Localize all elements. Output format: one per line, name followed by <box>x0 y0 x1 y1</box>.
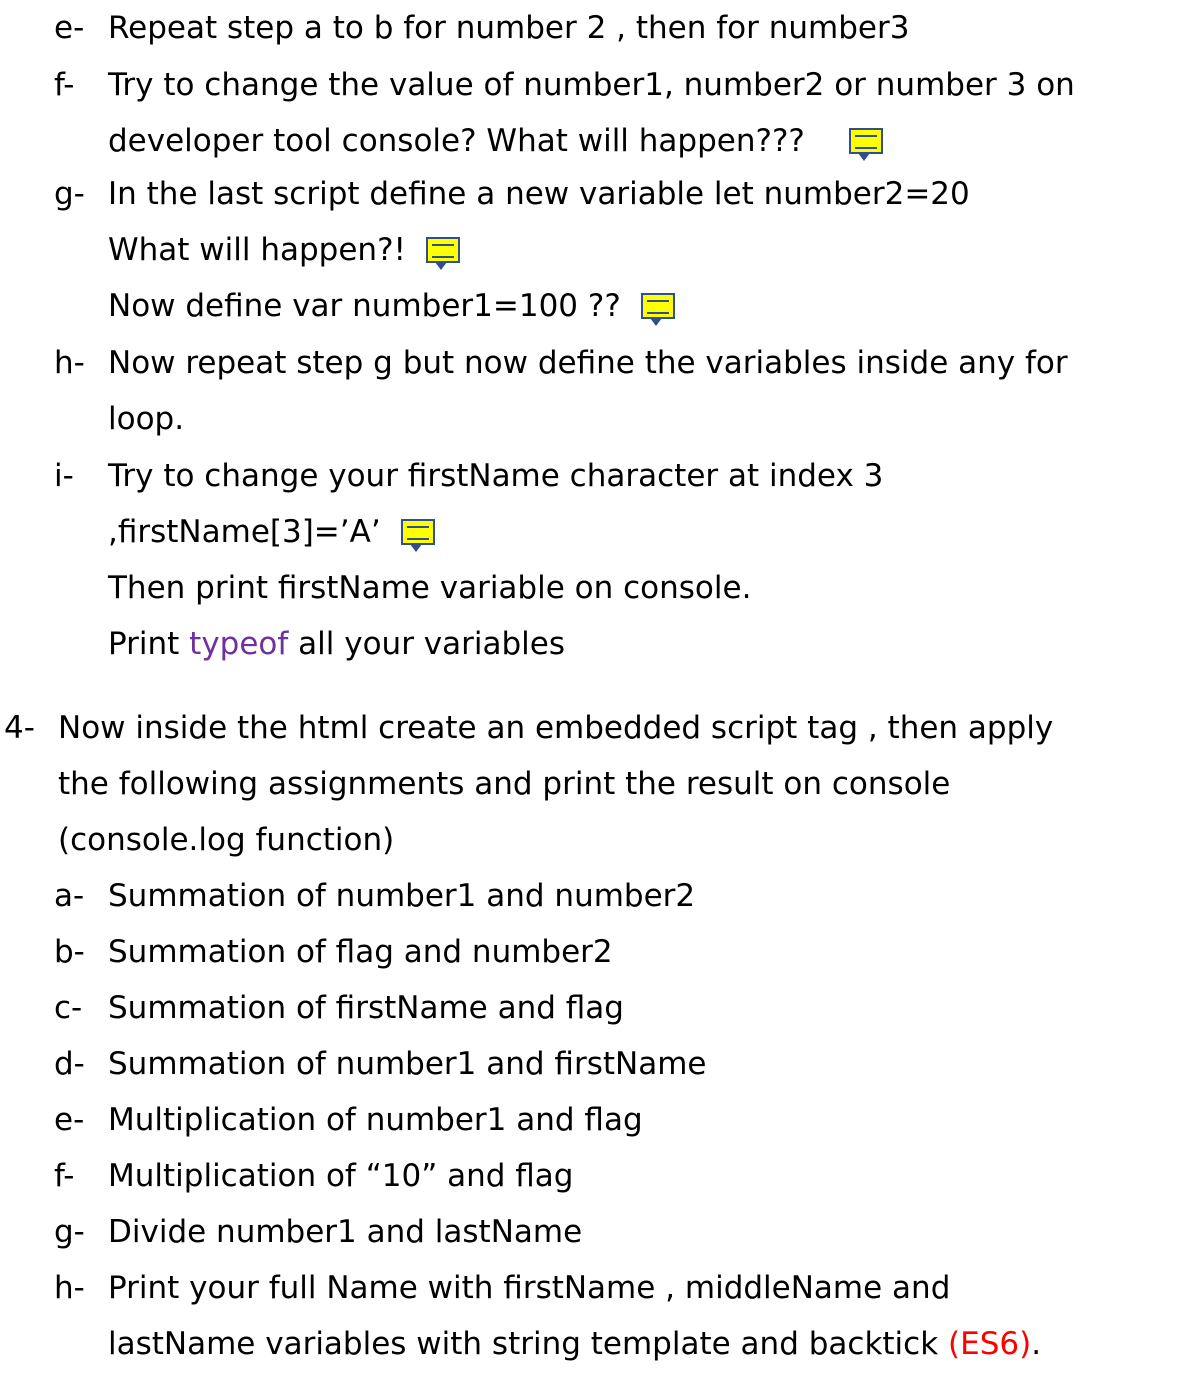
list-item-h: h- Now repeat step g but now define the … <box>54 335 1184 447</box>
list-text-continuation: loop. <box>108 401 185 437</box>
print-suffix: all your variables <box>288 626 566 662</box>
list-item-i: i- Try to change your firstName characte… <box>54 448 1184 672</box>
comment-note-icon[interactable] <box>400 518 435 552</box>
list-text: In the last script define a new variable… <box>108 176 970 212</box>
list-marker: e- <box>54 1102 85 1138</box>
list-text-continuation: developer tool console? What will happen… <box>108 123 805 159</box>
sub-item-c: c- Summation of firstName and flag <box>54 980 1184 1036</box>
list-marker: g- <box>54 1214 85 1250</box>
comment-note-icon[interactable] <box>848 127 883 161</box>
es6-highlight: (ES6) <box>948 1326 1032 1362</box>
list-marker: i- <box>54 458 74 494</box>
list-marker: f- <box>54 1158 75 1194</box>
list-text-continuation: Now define var number1=100 ?? <box>108 288 621 324</box>
list-marker: b- <box>54 934 85 970</box>
list-text: Multiplication of number1 and flag <box>108 1102 643 1138</box>
list-marker: d- <box>54 1046 85 1082</box>
sub-item-a: a- Summation of number1 and number2 <box>54 868 1184 924</box>
list-item-f: f- Try to change the value of number1, n… <box>54 57 1184 169</box>
list-text-continuation: What will happen?! <box>108 232 406 268</box>
sub-item-e: e- Multiplication of number1 and flag <box>54 1092 1184 1148</box>
list-text: Repeat step a to b for number 2 , then f… <box>108 10 910 46</box>
list-item-e: e- Repeat step a to b for number 2 , the… <box>54 0 1184 56</box>
list-item-g: g- In the last script define a new varia… <box>54 166 1184 334</box>
list-text: Multiplication of “10” and flag <box>108 1158 574 1194</box>
list-text: Divide number1 and lastName <box>108 1214 583 1250</box>
list-text: Summation of number1 and firstName <box>108 1046 707 1082</box>
section-marker: 4- <box>4 710 35 746</box>
section-text: Now inside the html create an embedded s… <box>58 710 1054 746</box>
comment-note-icon[interactable] <box>640 292 675 326</box>
list-text-continuation: lastName variables with string template … <box>108 1326 949 1362</box>
list-text: Summation of flag and number2 <box>108 934 613 970</box>
list-marker: a- <box>54 878 85 914</box>
sub-item-b: b- Summation of flag and number2 <box>54 924 1184 980</box>
typeof-keyword: typeof <box>189 626 289 662</box>
list-text: Try to change your firstName character a… <box>108 458 884 494</box>
list-marker: h- <box>54 1270 85 1306</box>
section-text-continuation: the following assignments and print the … <box>58 766 951 802</box>
list-marker: e- <box>54 10 85 46</box>
list-text: Now repeat step g but now define the var… <box>108 345 1068 381</box>
list-text: Summation of firstName and flag <box>108 990 624 1026</box>
list-text-continuation: ,firstName[3]=’A’ <box>108 514 381 550</box>
list-marker: h- <box>54 345 85 381</box>
list-text: Summation of number1 and number2 <box>108 878 696 914</box>
sub-item-h: h- Print your full Name with firstName ,… <box>54 1260 1184 1372</box>
print-prefix: Print <box>108 626 190 662</box>
comment-note-icon[interactable] <box>425 236 460 270</box>
sentence-end: . <box>1031 1326 1042 1362</box>
list-text: Try to change the value of number1, numb… <box>108 67 1075 103</box>
list-text-continuation: Then print firstName variable on console… <box>108 570 752 606</box>
document-page: e- Repeat step a to b for number 2 , the… <box>0 0 1190 1393</box>
list-text: Print your full Name with firstName , mi… <box>108 1270 951 1306</box>
sub-item-d: d- Summation of number1 and firstName <box>54 1036 1184 1092</box>
list-marker: f- <box>54 67 75 103</box>
section-4: 4- Now inside the html create an embedde… <box>4 700 1184 868</box>
sub-item-g: g- Divide number1 and lastName <box>54 1204 1184 1260</box>
list-marker: c- <box>54 990 83 1026</box>
sub-item-f: f- Multiplication of “10” and flag <box>54 1148 1184 1204</box>
section-text-continuation: (console.log function) <box>58 822 395 858</box>
list-marker: g- <box>54 176 85 212</box>
